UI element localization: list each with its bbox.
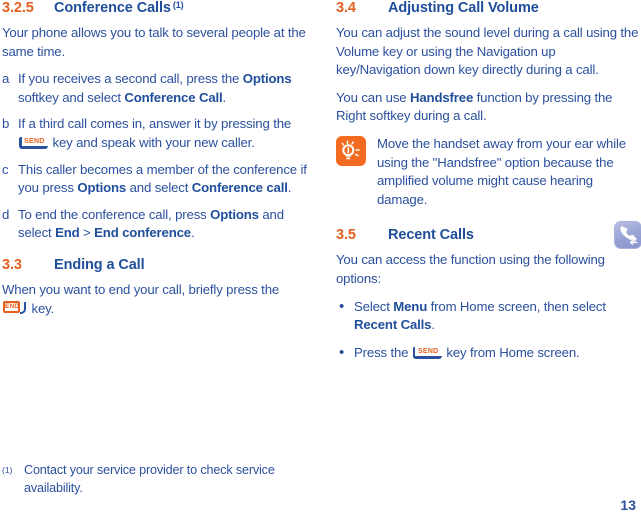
manual-page: 3.2.5 Conference Calls (1) Your phone al… <box>0 0 641 516</box>
conference-call-steps: a If you receives a second call, press t… <box>2 70 308 243</box>
section-number: 3.3 <box>2 256 22 273</box>
emphasis-text: Handsfree <box>409 89 474 105</box>
send-key-icon: SEND <box>19 136 48 150</box>
emphasis-text: End conference <box>94 225 191 241</box>
section-number: 3.2.5 <box>2 0 34 16</box>
section-number: 3.4 <box>336 0 356 16</box>
list-item: • Press the SEND key from Home screen. <box>336 344 641 363</box>
ending-call-paragraph: When you want to end your call, briefly … <box>2 281 308 318</box>
step-text: This caller becomes a member of the conf… <box>18 161 307 196</box>
step-text: If you receives a second call, press the… <box>18 71 292 105</box>
step-marker: a <box>2 71 10 87</box>
footnote-text: Contact your service provider to check s… <box>24 463 275 495</box>
list-item: b If a third call comes in, answer it by… <box>2 115 308 152</box>
end-key-icon: END <box>3 300 27 316</box>
right-column: 3.4 Adjusting Call Volume You can adjust… <box>336 0 641 371</box>
section-heading-3-4: 3.4 Adjusting Call Volume <box>336 0 641 16</box>
page-number: 13 <box>620 497 636 513</box>
emphasis-text: Recent Calls <box>354 317 432 333</box>
volume-paragraph-1: You can adjust the sound level during a … <box>336 25 639 78</box>
send-key-icon: SEND <box>412 346 442 360</box>
emphasis-text: Menu <box>393 298 428 314</box>
footnote: (1) Contact your service provider to che… <box>2 462 312 497</box>
tip-text: Move the handset away from your ear whil… <box>377 135 626 207</box>
step-marker: d <box>2 206 10 222</box>
recent-calls-options: • Select Menu from Home screen, then sel… <box>336 298 641 363</box>
bullet-icon: • <box>339 297 345 315</box>
section-number: 3.5 <box>336 227 356 244</box>
step-marker: c <box>2 161 9 177</box>
step-text: To end the conference call, press Option… <box>18 206 284 241</box>
emphasis-text: Options <box>242 71 292 87</box>
recent-calls-intro: You can access the function using the fo… <box>336 252 605 286</box>
step-text: If a third call comes in, answer it by p… <box>18 116 292 150</box>
section-title: Conference Calls <box>54 0 171 16</box>
lightbulb-tip-icon <box>336 135 366 166</box>
section-heading-3-2-5: 3.2.5 Conference Calls (1) <box>2 0 308 16</box>
emphasis-text: Options <box>210 206 259 222</box>
emphasis-text: Conference Call <box>124 89 223 105</box>
section-heading-3-5: 3.5 Recent Calls <box>336 221 641 250</box>
list-item: c This caller becomes a member of the co… <box>2 161 308 198</box>
tip-note: Move the handset away from your ear whil… <box>336 135 641 209</box>
footnote-marker: (1) <box>172 0 184 10</box>
list-item: a If you receives a second call, press t… <box>2 70 308 107</box>
ending-call-text-after: key. <box>28 300 55 316</box>
emphasis-text: End <box>55 225 80 241</box>
bullet-icon: • <box>339 343 345 361</box>
bullet-text: Select Menu from Home screen, then selec… <box>354 298 606 333</box>
section-title: Ending a Call <box>54 256 145 273</box>
ending-call-text-before: When you want to end your call, briefly … <box>2 281 280 297</box>
section-heading-3-3: 3.3 Ending a Call <box>2 257 308 273</box>
bullet-text: Press the SEND key from Home screen. <box>354 344 580 360</box>
section-title: Recent Calls <box>388 227 474 244</box>
recent-calls-icon <box>614 221 641 250</box>
list-item: • Select Menu from Home screen, then sel… <box>336 298 641 335</box>
intro-paragraph: Your phone allows you to talk to several… <box>2 25 306 59</box>
volume-paragraph-2: You can use Handsfree function by pressi… <box>336 89 613 124</box>
step-marker: b <box>2 116 10 132</box>
list-item: d To end the conference call, press Opti… <box>2 206 308 243</box>
emphasis-text: Conference call <box>191 180 288 196</box>
emphasis-text: Options <box>77 180 127 196</box>
section-title: Adjusting Call Volume <box>388 0 539 16</box>
left-column: 3.2.5 Conference Calls (1) Your phone al… <box>2 0 308 327</box>
footnote-marker: (1) <box>2 465 13 475</box>
